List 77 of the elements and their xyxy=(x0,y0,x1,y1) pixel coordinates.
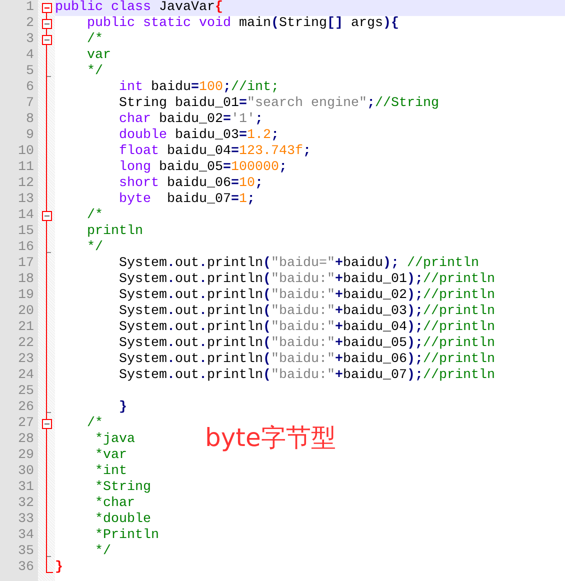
code-line: *Println xyxy=(94,528,159,544)
collapse-icon[interactable] xyxy=(42,211,52,221)
code-line: /* xyxy=(87,208,103,224)
line-number: 12 xyxy=(18,176,34,192)
code-line: System.out.println("baidu:"+baidu_01);//println xyxy=(119,272,495,288)
line-number: 1 xyxy=(26,0,34,16)
code-line: *int xyxy=(94,464,127,480)
line-number: 29 xyxy=(18,448,34,464)
code-line: double baidu_03=1.2; xyxy=(119,128,279,144)
annotation-text: byte字节型 xyxy=(205,422,336,454)
code-line: int baidu=100;//int; xyxy=(119,80,279,96)
code-line: } xyxy=(55,560,63,576)
line-number: 4 xyxy=(26,48,34,64)
code-line: *java xyxy=(94,432,135,448)
code-line: System.out.println("baidu:"+baidu_04);//println xyxy=(119,320,495,336)
code-line: public class JavaVar{ xyxy=(55,0,223,16)
line-number: 22 xyxy=(18,336,34,352)
line-number: 33 xyxy=(18,512,34,528)
line-number: 35 xyxy=(18,544,34,560)
line-number: 9 xyxy=(26,128,34,144)
line-number: 26 xyxy=(18,400,34,416)
line-number: 25 xyxy=(18,384,34,400)
line-number: 28 xyxy=(18,432,34,448)
code-line: println xyxy=(87,224,143,240)
line-number: 31 xyxy=(18,480,34,496)
line-number: 23 xyxy=(18,352,34,368)
code-line: *String xyxy=(94,480,151,496)
line-number: 5 xyxy=(26,64,34,80)
line-number: 32 xyxy=(18,496,34,512)
code-line: /* xyxy=(87,32,103,48)
line-number: 15 xyxy=(18,224,34,240)
code-line: */ xyxy=(87,240,103,256)
line-number: 21 xyxy=(18,320,34,336)
code-line: System.out.println("baidu="+baidu); //println xyxy=(119,256,479,272)
line-number: 13 xyxy=(18,192,34,208)
code-line: long baidu_05=100000; xyxy=(119,160,287,176)
line-number: 24 xyxy=(18,368,34,384)
code-line: System.out.println("baidu:"+baidu_07);//println xyxy=(119,368,495,384)
line-number: 27 xyxy=(18,416,34,432)
line-number: 3 xyxy=(26,32,34,48)
line-number: 6 xyxy=(26,80,34,96)
line-number: 36 xyxy=(18,560,34,576)
collapse-icon[interactable] xyxy=(42,419,52,429)
code-line: System.out.println("baidu:"+baidu_02);//println xyxy=(119,288,495,304)
line-number: 18 xyxy=(18,272,34,288)
line-number: 19 xyxy=(18,288,34,304)
code-line: byte baidu_07=1; xyxy=(119,192,255,208)
collapse-icon[interactable] xyxy=(42,35,52,45)
code-line: System.out.println("baidu:"+baidu_03);//println xyxy=(119,304,495,320)
line-number: 30 xyxy=(18,464,34,480)
line-number: 2 xyxy=(26,16,34,32)
collapse-icon[interactable] xyxy=(42,3,52,13)
code-line: *char xyxy=(94,496,135,512)
line-number: 20 xyxy=(18,304,34,320)
code-line: short baidu_06=10; xyxy=(119,176,263,192)
code-line: */ xyxy=(87,64,103,80)
line-number: 8 xyxy=(26,112,34,128)
line-number: 14 xyxy=(18,208,34,224)
collapse-icon[interactable] xyxy=(42,19,52,29)
line-number: 17 xyxy=(18,256,34,272)
code-line: public static void main(String[] args){ xyxy=(87,16,399,32)
code-line: */ xyxy=(94,544,111,560)
code-line: *double xyxy=(94,512,151,528)
code-line: char baidu_02='1'; xyxy=(119,112,263,128)
code-line: /* xyxy=(87,416,103,432)
code-line: System.out.println("baidu:"+baidu_06);//println xyxy=(119,352,495,368)
code-line: float baidu_04=123.743f; xyxy=(119,144,311,160)
line-number: 34 xyxy=(18,528,34,544)
line-number: 10 xyxy=(18,144,34,160)
line-number: 11 xyxy=(18,160,34,176)
code-line: var xyxy=(87,48,111,64)
code-line: } xyxy=(119,400,127,416)
code-line: *var xyxy=(94,448,127,464)
line-number: 16 xyxy=(18,240,34,256)
code-line: System.out.println("baidu:"+baidu_05);//println xyxy=(119,336,495,352)
line-number: 7 xyxy=(26,96,34,112)
code-line: String baidu_01="search engine";//String xyxy=(119,96,439,112)
